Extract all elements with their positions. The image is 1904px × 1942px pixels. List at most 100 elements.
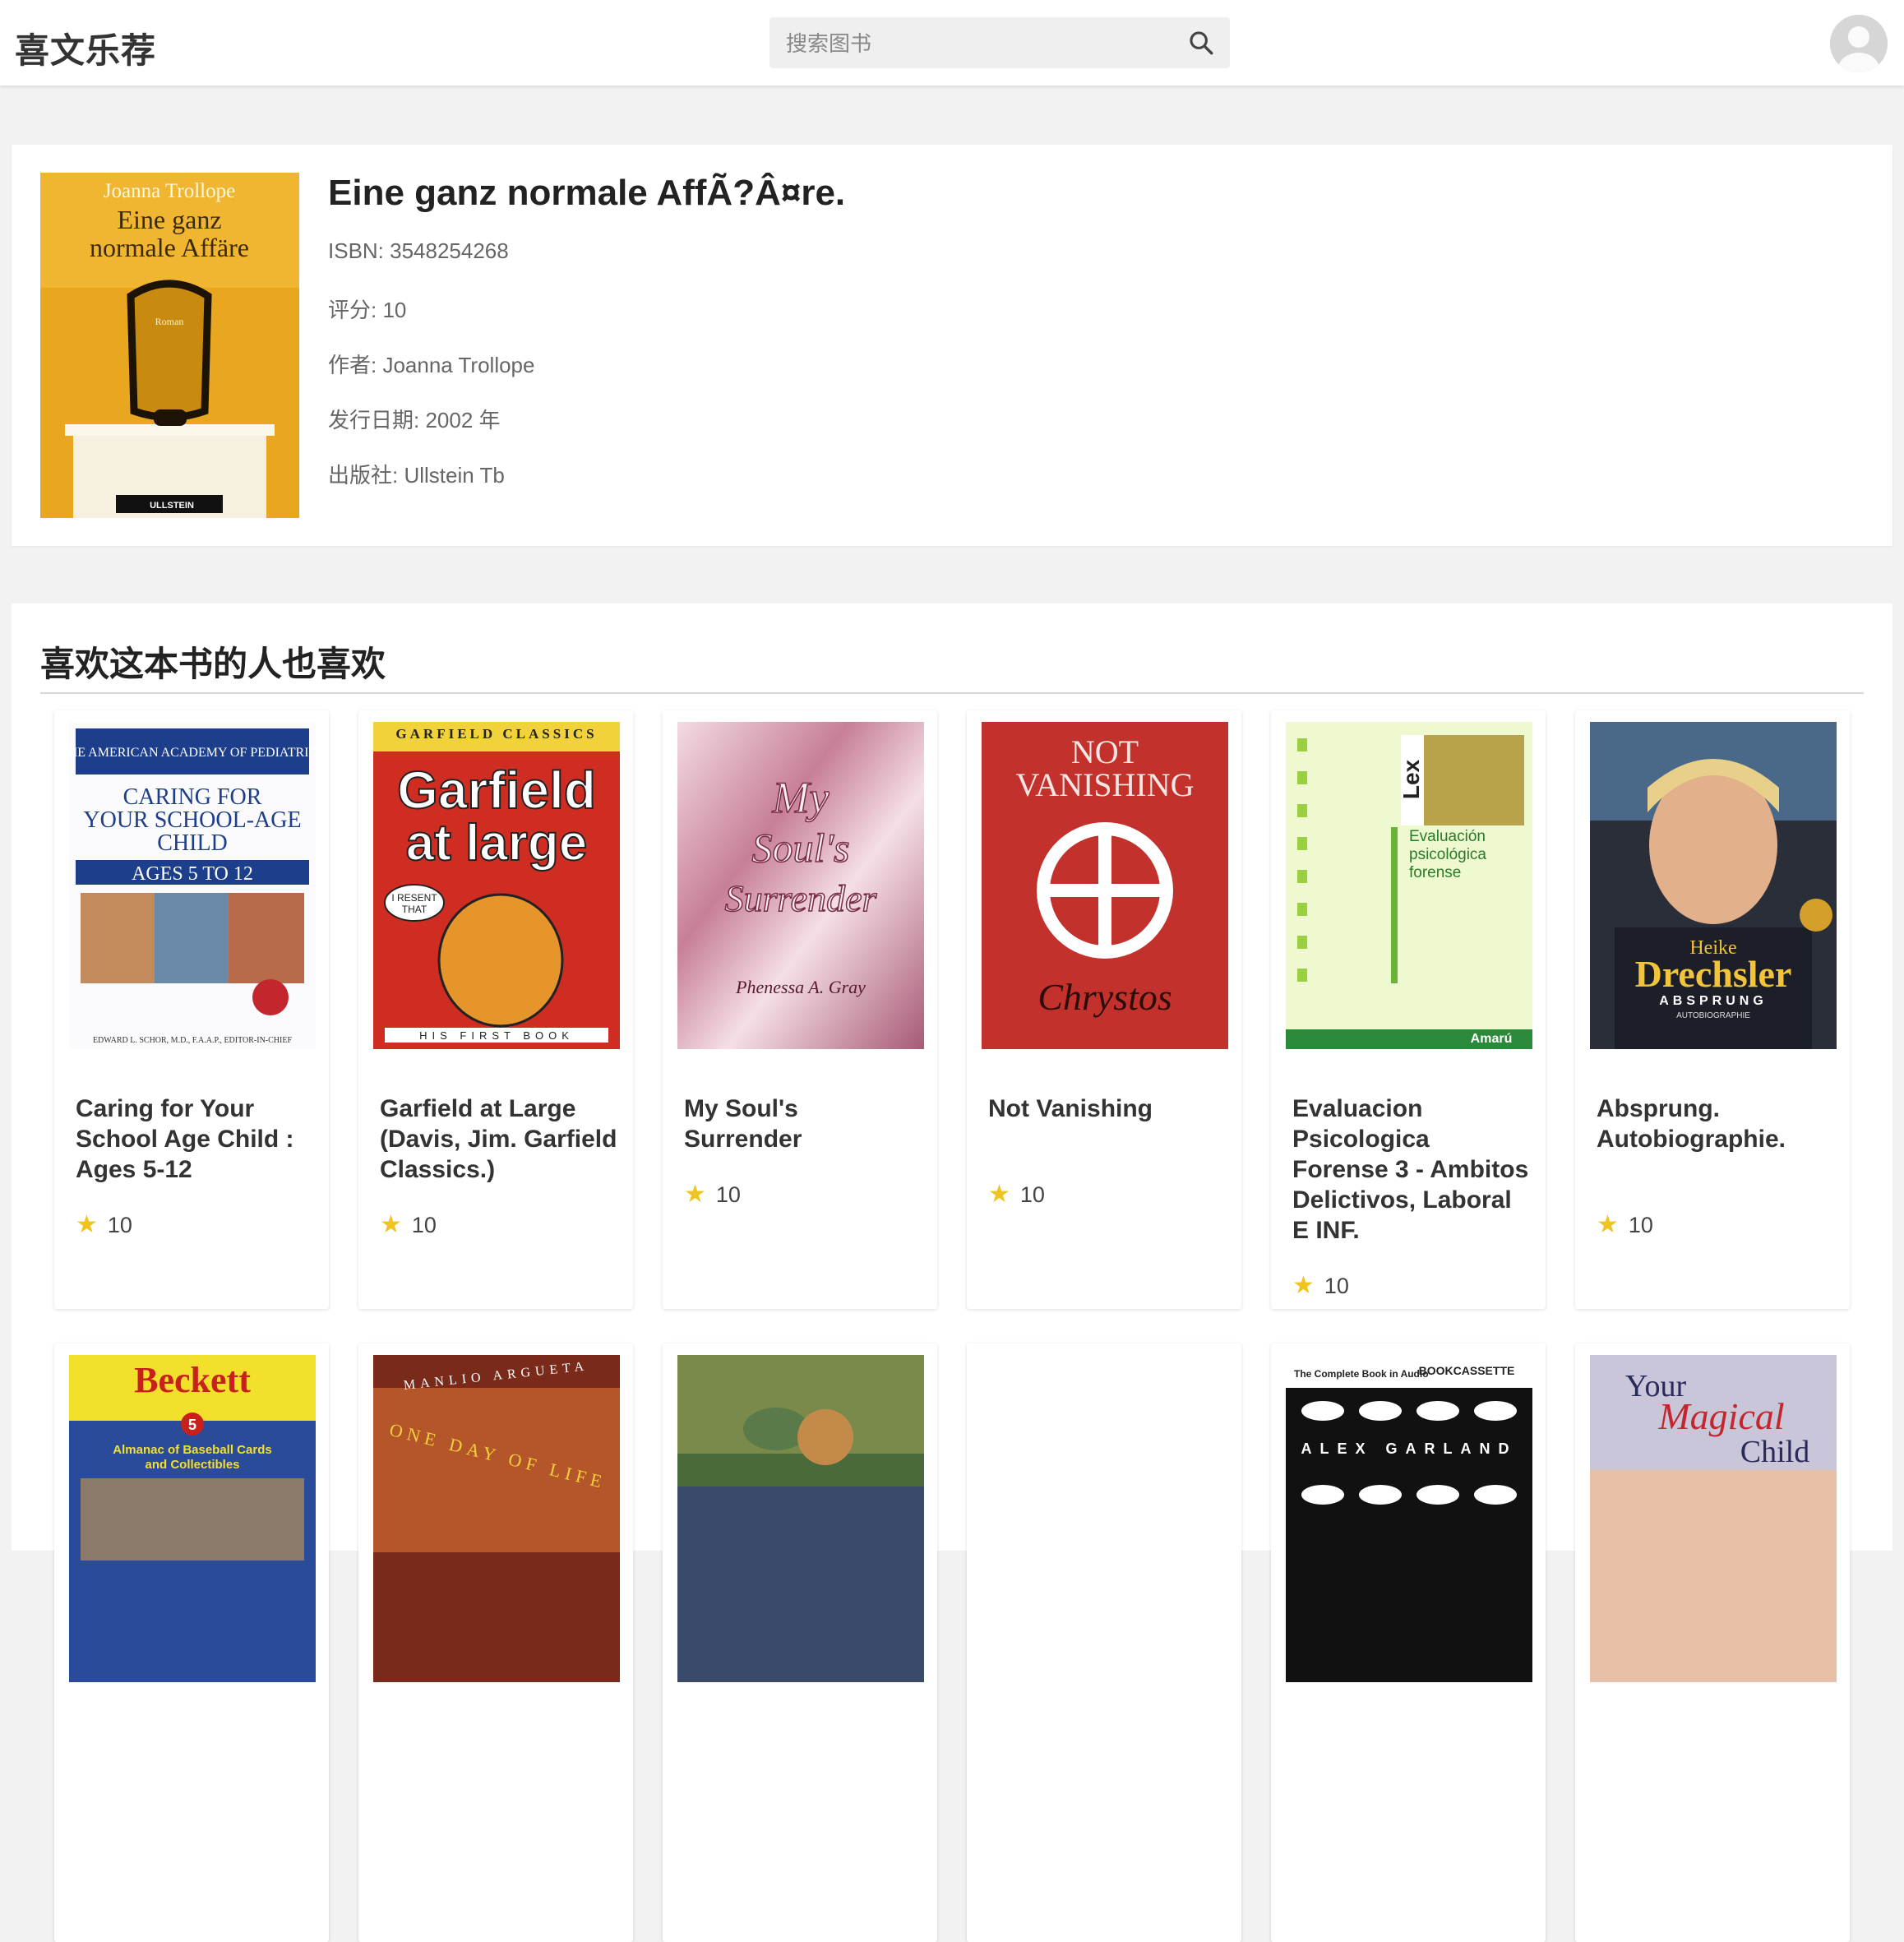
svg-text:AUTOBIOGRAPHIE: AUTOBIOGRAPHIE: [1676, 1011, 1750, 1020]
svg-text:Garfield: Garfield: [397, 761, 596, 820]
book-release-date: 发行日期: 2002 年: [328, 408, 501, 432]
svg-text:psicológica: psicológica: [1409, 846, 1486, 863]
book-card[interactable]: My Soul's Surrender Phenessa A. Gray My …: [663, 710, 937, 1309]
svg-text:HIS FIRST BOOK: HIS FIRST BOOK: [419, 1029, 574, 1042]
recommendations-panel: 喜欢这本书的人也喜欢 THE AMERICAN ACADEMY OF PEDIA…: [12, 603, 1892, 1942]
svg-text:Drechsler: Drechsler: [1635, 953, 1792, 995]
svg-text:Beckett: Beckett: [134, 1360, 251, 1400]
book-rating: ★ 10: [1597, 1210, 1653, 1239]
svg-text:ABSPRUNG: ABSPRUNG: [1659, 994, 1768, 1008]
book-cover: Lex Evaluación psicológica forense Amarú: [1286, 722, 1532, 1049]
cover-genre: Roman: [155, 316, 184, 327]
book-rating: ★ 10: [76, 1210, 132, 1239]
book-card[interactable]: [663, 1343, 937, 1942]
user-avatar[interactable]: [1830, 15, 1888, 72]
top-bar: 喜文乐荐: [0, 0, 1904, 86]
recommendations-heading: 喜欢这本书的人也喜欢: [40, 645, 386, 683]
svg-text:Surrender: Surrender: [725, 877, 878, 919]
book-card[interactable]: MANLIO ARGUETA ONE DAY OF LIFE: [358, 1343, 633, 1942]
svg-text:BOOKCASSETTE: BOOKCASSETTE: [1419, 1364, 1515, 1377]
book-publisher: 出版社: Ullstein Tb: [328, 463, 505, 488]
svg-text:forense: forense: [1409, 864, 1461, 881]
book-cover: Heike Drechsler ABSPRUNG AUTOBIOGRAPHIE: [1590, 722, 1837, 1049]
book-card[interactable]: GARFIELD CLASSICS Garfield at large I RE…: [358, 710, 633, 1309]
book-cover: MANLIO ARGUETA ONE DAY OF LIFE: [373, 1355, 620, 1682]
book-card[interactable]: Heike Drechsler ABSPRUNG AUTOBIOGRAPHIE …: [1575, 710, 1850, 1309]
svg-text:at large: at large: [406, 815, 588, 872]
svg-text:YOUR SCHOOL-AGE: YOUR SCHOOL-AGE: [83, 807, 301, 833]
svg-text:NOT: NOT: [1071, 733, 1139, 770]
cover-title-line2: normale Affäre: [90, 233, 249, 262]
book-card[interactable]: Lex Evaluación psicológica forense Amarú…: [1271, 710, 1546, 1309]
book-cover: Beckett 5 Almanac of Baseball Cards and …: [69, 1355, 316, 1682]
svg-text:CARING FOR: CARING FOR: [123, 784, 262, 810]
book-card[interactable]: Your Magical Child: [1575, 1343, 1850, 1942]
svg-text:Soul's: Soul's: [751, 825, 849, 871]
user-icon: [1830, 15, 1888, 72]
book-cover: Your Magical Child: [1590, 1355, 1837, 1682]
svg-text:Child: Child: [1740, 1435, 1809, 1469]
search-box: [769, 17, 1230, 70]
star-icon: ★: [1597, 1211, 1619, 1238]
book-cover: The Complete Book in Audio BOOKCASSETTE …: [1286, 1355, 1532, 1682]
divider: [40, 692, 1864, 694]
star-icon: ★: [76, 1211, 98, 1238]
svg-text:I RESENT: I RESENT: [391, 892, 437, 904]
book-title[interactable]: Absprung. Autobiographie.: [1597, 1094, 1835, 1154]
rating-value: 10: [1628, 1213, 1653, 1237]
svg-text:AGES 5 TO 12: AGES 5 TO 12: [132, 863, 253, 885]
book-rating: ★ 10: [684, 1180, 741, 1209]
star-icon: ★: [988, 1181, 1010, 1208]
book-cover: [677, 1355, 924, 1682]
book-cover: Joanna Trollope Eine ganz normale Affäre…: [40, 173, 299, 518]
book-card[interactable]: The Complete Book in Audio BOOKCASSETTE …: [1271, 1343, 1546, 1942]
star-icon: ★: [684, 1181, 706, 1208]
rating-value: 10: [715, 1182, 741, 1207]
svg-text:GARFIELD CLASSICS: GARFIELD CLASSICS: [395, 726, 597, 742]
svg-text:Almanac of Baseball Cards: Almanac of Baseball Cards: [113, 1443, 271, 1457]
rating-value: 10: [107, 1213, 132, 1237]
book-author: 作者: Joanna Trollope: [328, 353, 535, 377]
svg-text:THE AMERICAN ACADEMY OF PEDIAT: THE AMERICAN ACADEMY OF PEDIATRICS: [69, 746, 316, 760]
svg-text:THAT: THAT: [402, 904, 427, 915]
book-cover: NOT VANISHING Chrystos: [982, 722, 1228, 1049]
book-title[interactable]: Caring for Your School Age Child : Ages …: [76, 1094, 314, 1185]
book-rating: ★ 10: [1292, 1271, 1349, 1300]
site-logo[interactable]: 喜文乐荐: [15, 23, 156, 73]
svg-text:5: 5: [188, 1417, 196, 1433]
search-icon[interactable]: [1187, 29, 1215, 57]
book-rating: ★ 10: [380, 1210, 437, 1239]
book-isbn: ISBN: 3548254268: [328, 238, 509, 263]
book-title: Eine ganz normale AffÃ?Â¤re.: [328, 173, 846, 213]
svg-text:The Complete Book in Audio: The Complete Book in Audio: [1294, 1368, 1429, 1380]
book-rating: 评分: 10: [328, 298, 407, 322]
rating-value: 10: [1019, 1182, 1045, 1207]
book-cover: THE AMERICAN ACADEMY OF PEDIATRICS CARIN…: [69, 722, 316, 1049]
book-title[interactable]: Not Vanishing: [988, 1094, 1227, 1124]
book-card[interactable]: [967, 1343, 1241, 1942]
cover-author: Joanna Trollope: [104, 180, 235, 202]
book-rating: ★ 10: [988, 1180, 1045, 1209]
book-card[interactable]: Beckett 5 Almanac of Baseball Cards and …: [54, 1343, 329, 1942]
rating-value: 10: [411, 1213, 437, 1237]
svg-text:Lex: Lex: [1398, 759, 1424, 799]
star-icon: ★: [380, 1211, 402, 1238]
svg-text:VANISHING: VANISHING: [1015, 766, 1194, 803]
cover-title-line1: Eine ganz: [117, 205, 221, 234]
svg-text:Chrystos: Chrystos: [1037, 976, 1172, 1018]
book-detail-panel: Joanna Trollope Eine ganz normale Affäre…: [12, 145, 1892, 546]
book-card[interactable]: THE AMERICAN ACADEMY OF PEDIATRICS CARIN…: [54, 710, 329, 1309]
svg-text:and Collectibles: and Collectibles: [145, 1458, 239, 1472]
book-title[interactable]: My Soul's Surrender: [684, 1094, 922, 1154]
book-cover: GARFIELD CLASSICS Garfield at large I RE…: [373, 722, 620, 1049]
svg-text:ALEX GARLAND: ALEX GARLAND: [1301, 1440, 1518, 1457]
svg-text:Magical: Magical: [1657, 1395, 1784, 1437]
rating-value: 10: [1324, 1274, 1349, 1298]
cover-imprint: ULLSTEIN: [150, 501, 194, 511]
search-input[interactable]: [784, 17, 1174, 70]
svg-text:Evaluación: Evaluación: [1409, 828, 1486, 845]
star-icon: ★: [1292, 1272, 1315, 1299]
book-title[interactable]: Evaluacion Psicologica Forense 3 - Ambit…: [1292, 1094, 1531, 1246]
book-title[interactable]: Garfield at Large (Davis, Jim. Garfield …: [380, 1094, 618, 1185]
book-card[interactable]: NOT VANISHING Chrystos Not Vanishing ★ 10: [967, 710, 1241, 1309]
